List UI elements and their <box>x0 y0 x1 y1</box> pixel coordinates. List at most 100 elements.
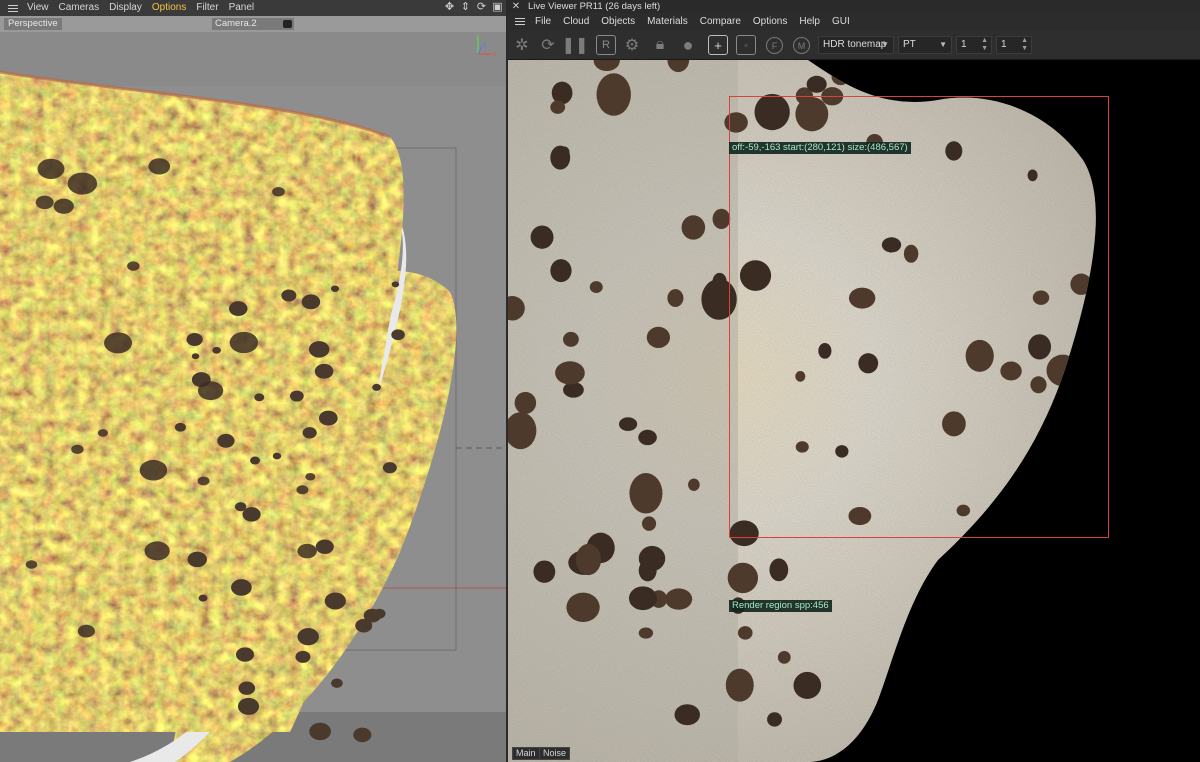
menu-view[interactable]: View <box>22 0 54 16</box>
rock-shape <box>777 650 791 664</box>
viewport-scene[interactable] <box>0 32 508 762</box>
rock-shape <box>53 198 74 214</box>
menu-objects[interactable]: Objects <box>595 13 641 30</box>
render-region-box[interactable] <box>729 96 1109 538</box>
dolly-view-icon[interactable]: ⇕ <box>459 1 472 14</box>
rock-shape <box>127 261 140 271</box>
rock-shape <box>197 381 224 401</box>
rock-shape <box>77 624 95 638</box>
menu-options[interactable]: Options <box>147 0 191 16</box>
rock-shape <box>186 333 203 346</box>
menu-cameras[interactable]: Cameras <box>54 0 105 16</box>
render-region-icon[interactable]: + <box>708 35 728 55</box>
menu-compare[interactable]: Compare <box>694 13 747 30</box>
rock-shape <box>217 433 235 448</box>
rock-shape <box>566 592 600 623</box>
rock-shape <box>234 502 247 512</box>
menu-file[interactable]: File <box>529 13 557 30</box>
rock-shape <box>229 331 259 354</box>
pause-render-icon[interactable]: ❚❚ <box>562 35 589 55</box>
close-icon[interactable]: ✕ <box>508 0 524 13</box>
lock-icon[interactable]: 🔒︎ <box>650 35 670 55</box>
rock-shape <box>806 75 827 93</box>
live-viewer-titlebar: ✕ Live Viewer PR11 (26 days left) <box>508 0 1200 13</box>
rock-shape <box>530 225 554 249</box>
rock-shape <box>25 560 38 569</box>
rock-shape <box>198 594 208 602</box>
spinner-1-value: 1 <box>961 39 967 50</box>
rock-shape <box>559 146 570 159</box>
tab-main[interactable]: Main <box>512 747 540 760</box>
render-mode-button[interactable]: R <box>596 35 616 55</box>
material-picker-button[interactable]: M <box>793 37 810 54</box>
viewport-header: Perspective Camera.2 <box>0 16 508 32</box>
camera-selector[interactable]: Camera.2 <box>212 18 294 30</box>
rock-shape <box>309 722 331 741</box>
menu-materials[interactable]: Materials <box>641 13 694 30</box>
settings-gear-icon[interactable]: ⚙ <box>622 35 642 55</box>
rock-shape <box>353 727 372 743</box>
rock-shape <box>228 301 248 317</box>
chevron-down-icon: ▼ <box>881 40 889 49</box>
focus-picker-button[interactable]: F <box>766 37 783 54</box>
menu-help[interactable]: Help <box>793 13 826 30</box>
window-title: Live Viewer PR11 (26 days left) <box>528 1 661 12</box>
rock-shape <box>212 346 221 354</box>
rock-shape <box>667 289 684 308</box>
rock-shape <box>296 485 309 495</box>
spinner-field-1[interactable]: 1 ▲ ▼ <box>956 36 992 54</box>
rock-shape <box>589 281 603 293</box>
rock-shape <box>301 294 321 310</box>
tonemap-select[interactable]: HDR tonemap ▼ <box>818 36 894 54</box>
kernel-select[interactable]: PT ▼ <box>898 36 952 54</box>
hamburger-menu-icon[interactable] <box>511 13 529 30</box>
rock-shape <box>372 383 381 391</box>
menu-options[interactable]: Options <box>747 13 793 30</box>
stepper-arrows-icon[interactable]: ▲ ▼ <box>1021 37 1028 53</box>
restart-render-icon[interactable]: ⟳ <box>538 35 558 55</box>
film-region-icon[interactable]: ▫ <box>736 35 756 55</box>
menu-panel[interactable]: Panel <box>224 0 260 16</box>
rock-shape <box>550 100 566 114</box>
rock-shape <box>628 586 657 611</box>
live-viewer-menubar: File Cloud Objects Materials Compare Opt… <box>508 13 1200 30</box>
rock-shape <box>191 353 200 360</box>
rock-shape <box>769 558 789 582</box>
rock-shape <box>596 73 631 116</box>
axis-x-label: x <box>493 51 497 58</box>
cinema4d-viewport[interactable]: View Cameras Display Options Filter Pane… <box>0 0 508 762</box>
rock-shape <box>238 681 256 695</box>
rock-shape <box>139 459 168 481</box>
rock-shape <box>737 626 753 640</box>
rock-shape <box>235 647 254 662</box>
rock-shape <box>148 158 171 175</box>
rock-shape <box>297 543 317 559</box>
rock-shape <box>641 516 657 531</box>
rock-shape <box>688 478 700 491</box>
rock-shape <box>314 363 334 379</box>
maximize-view-icon[interactable]: ▣ <box>491 1 504 14</box>
move-view-icon[interactable]: ✥ <box>443 1 456 14</box>
tab-noise[interactable]: Noise <box>539 747 571 760</box>
rock-shape <box>250 456 261 465</box>
rock-shape <box>638 429 657 446</box>
view-label: Perspective <box>4 18 62 30</box>
axis-y-label: y <box>476 34 480 40</box>
clay-mode-icon[interactable]: ● <box>678 35 698 55</box>
rock-shape <box>550 259 572 283</box>
stepper-arrows-icon[interactable]: ▲ ▼ <box>981 37 988 53</box>
spinner-field-2[interactable]: 1 ▲ ▼ <box>996 36 1032 54</box>
rock-shape <box>382 462 397 474</box>
rotate-view-icon[interactable]: ⟳ <box>475 1 488 14</box>
live-viewer[interactable]: off:-59,-163 start:(280,121) size:(486,5… <box>508 0 1200 762</box>
menu-filter[interactable]: Filter <box>191 0 223 16</box>
menu-display[interactable]: Display <box>104 0 147 16</box>
menu-cloud[interactable]: Cloud <box>557 13 595 30</box>
axis-z-label: z <box>483 41 486 48</box>
rock-shape <box>767 712 782 727</box>
rock-shape <box>330 285 340 292</box>
send-scene-icon[interactable]: ✲ <box>512 35 532 55</box>
menu-gui[interactable]: GUI <box>826 13 856 30</box>
rock-shape <box>514 391 537 414</box>
hamburger-menu-icon[interactable] <box>4 0 22 16</box>
